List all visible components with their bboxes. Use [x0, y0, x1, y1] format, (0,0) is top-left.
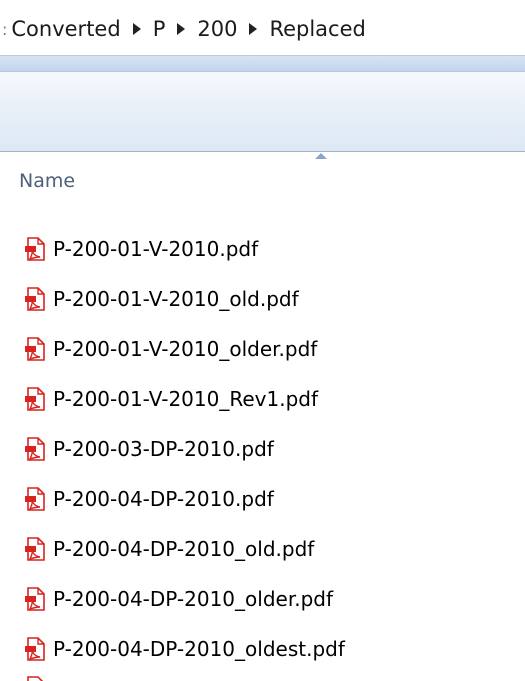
file-row[interactable]: P-200-01-V-2010.pdf [24, 224, 525, 273]
breadcrumb-overflow-marker: : [2, 19, 8, 39]
address-bar[interactable]: : Converted P 200 Replaced [0, 0, 525, 56]
file-name: P-200-01-V-2010_older.pdf [53, 336, 318, 361]
pdf-icon [24, 386, 53, 411]
file-list: P-200-01-V-2010.pdf P-200-01-V-2010_old.p… [24, 224, 525, 674]
file-name: P-200-03-DP-2010.pdf [53, 436, 274, 461]
pdf-icon [24, 236, 53, 261]
command-toolbar [0, 72, 525, 152]
explorer-window: : Converted P 200 Replaced Name P-200-01… [0, 0, 525, 681]
navigation-strip [0, 56, 525, 72]
pdf-icon [24, 586, 53, 611]
file-row[interactable]: P-200-03-DP-2010.pdf [24, 424, 525, 473]
file-name: P-200-04-DP-2010_old.pdf [53, 536, 315, 561]
file-name: P-200-04-DP-2010_older.pdf [53, 586, 333, 611]
file-row[interactable]: P-200-01-V-2010_Rev1.pdf [24, 374, 525, 423]
pdf-icon [24, 536, 53, 561]
breadcrumb-arrow-icon[interactable] [249, 23, 258, 35]
column-header-row: Name [14, 152, 525, 204]
sort-ascending-icon [315, 153, 327, 159]
pdf-icon [24, 636, 53, 661]
breadcrumb-arrow-icon[interactable] [132, 23, 141, 35]
breadcrumb-item-replaced[interactable]: Replaced [269, 17, 365, 41]
file-row[interactable]: P-200-01-V-2010_older.pdf [24, 324, 525, 373]
breadcrumb-item-200[interactable]: 200 [197, 17, 237, 41]
file-row[interactable]: P-200-04-DP-2010_older.pdf [24, 574, 525, 623]
file-name: P-200-01-V-2010_old.pdf [53, 286, 299, 311]
file-name: P-200-04-DP-2010.pdf [53, 486, 274, 511]
pdf-icon [24, 336, 53, 361]
file-row[interactable]: P-200-01-V-2010_old.pdf [24, 274, 525, 323]
pdf-icon [24, 286, 53, 311]
breadcrumb: : Converted P 200 Replaced [2, 14, 366, 44]
partially-visible-file-icon [24, 676, 54, 681]
column-header-name[interactable]: Name [19, 170, 75, 192]
breadcrumb-item-converted[interactable]: Converted [11, 17, 120, 41]
file-name: P-200-04-DP-2010_oldest.pdf [53, 636, 345, 661]
file-name: P-200-01-V-2010.pdf [53, 236, 259, 261]
file-row[interactable]: P-200-04-DP-2010_old.pdf [24, 524, 525, 573]
pdf-icon [24, 436, 53, 461]
breadcrumb-item-p[interactable]: P [153, 17, 166, 41]
pdf-icon [24, 486, 53, 511]
file-row[interactable]: P-200-04-DP-2010.pdf [24, 474, 525, 523]
file-name: P-200-01-V-2010_Rev1.pdf [53, 386, 318, 411]
file-row[interactable]: P-200-04-DP-2010_oldest.pdf [24, 624, 525, 673]
breadcrumb-arrow-icon[interactable] [177, 23, 186, 35]
